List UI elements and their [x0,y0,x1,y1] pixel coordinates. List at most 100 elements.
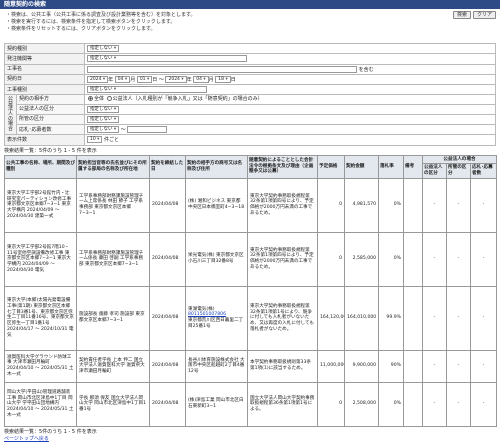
cell-date: 2024/04/08 [149,177,186,233]
col-bidders: 応札･応募者数 [469,163,498,179]
day-unit: 日 [152,76,158,83]
cell-official: 契約責任者学長 上本 伸二 国立大学法人滋賀医科大学 滋賀県大津市瀬田月輪町 [76,349,150,383]
cell-reason: 本学契約事務取扱規則第33条第1項(1)に該当するため。 [247,349,318,383]
cell-date: 2024/04/08 [149,231,186,287]
cell-official: 工学系事務部財務課施設管理チーム上席係長 林田 節子 工学系事務部 東京都文京区… [76,177,150,233]
date-label: 契約日 [4,73,85,86]
cell-ministry: - [446,349,471,383]
cell-date: 2024/04/08 [149,381,186,427]
cell-contractor: 長谷川体育施設株式会社 大阪市中央区船越町2丁目4番12号 [185,349,248,383]
cell-bidders: - [469,177,498,233]
cell-ministry: - [446,231,471,287]
contract-type-select[interactable]: 指定しない [87,45,120,52]
work-type-select[interactable]: 指定しない [87,86,207,93]
col-amount: 契約金額 [344,154,379,179]
cell-category: - [422,177,447,233]
instructions: ・検索は、公共工事（公共工事に係る調査及び設計業務等を含む）を対象とします。 ・… [0,9,500,43]
corporate-number-link[interactable]: 8011501007806 [188,312,226,317]
category-label: 公益法人の区分 [16,103,85,115]
work-name-label: 工事名 [4,63,85,75]
orderer-label: 発注機関等 [4,53,85,65]
col-work-name: 公共工事の名称、場所、期間及び種別 [4,154,77,179]
to-month-select[interactable]: 04 [193,75,209,83]
note-line: ・検索条件をリセットするには、クリアボタンをクリックします。 [6,26,156,32]
cell-work-name: 東京大学工学部2号館7階10・11号室他空調設備改修工事 東京都文京区本郷7−3… [4,231,77,287]
cell-amount: 9,900,000 [344,349,379,383]
cell-date: 2024/04/08 [149,285,186,351]
col-contractor: 契約の相手方の商号又は名称及び住所 [185,154,248,179]
clear-button[interactable]: クリア [472,11,496,19]
bidders-select[interactable]: 指定しない [87,126,120,133]
cell-category: - [422,285,447,351]
note-line: ・検索を実行するには、検索条件を指定して検索ボタンをクリックします。 [6,19,176,25]
public-corp-group-label: 公益法人の場合 [4,94,17,136]
cell-bidders: - [469,381,498,427]
orderer-select[interactable]: 指定しない [87,55,247,63]
result-summary-footer: 検索結果一覧：5件のうち 1 - 5 件を表示 [4,428,97,435]
cell-reason: 東京大学契約事務取扱規程第32条第1項第1号により、競争に付しても入札者がいない… [247,285,318,351]
col-date: 契約を締結した日 [149,154,186,179]
page-title: 随意契約の検索 [0,0,500,9]
cell-rate: 99.9% [378,285,404,351]
col-rate: 落札率 [378,154,404,179]
cell-amount: 2,508,000 [344,381,379,427]
cell-work-name: 岡山大学(平田山)管理道路舗装工事 岡山市北区津島中1丁目 岡山大学 学平田山団… [4,381,77,427]
cell-amount: 164,010,000 [344,285,379,351]
includes-label: を含む [358,66,374,73]
cell-reason: 国立大学法人岡山大学契約事務取扱規程第36条第1項第1号による。 [247,381,318,427]
cell-estimate: 11,000,000 [317,349,345,383]
work-type-label: 工事種別 [4,83,85,96]
table-row: 東京大学(本郷)太陽光発電設備工事(第1期) 東京都文京区本郷七丁目3番1号、東… [4,285,498,351]
to-year-select[interactable]: 2024 [165,75,187,83]
cell-ministry: - [446,177,471,233]
month-unit: 月 [208,76,214,83]
table-row: 岡山大学(平田山)管理道路舗装工事 岡山市北区津島中1丁目 岡山大学 学平田山団… [4,381,498,427]
radio-public-corp-label: 公益法人（入札種別が「競争入札」又は「随意契約」の場合のみ） [112,96,263,103]
cell-note [403,381,423,427]
contract-type-label: 契約種別 [4,42,85,55]
col-group-public-corp: 公益法人の場合 [421,154,498,165]
cell-note [403,177,423,233]
cell-note [403,231,423,287]
ministry-select[interactable]: 指定しない [87,115,120,123]
cell-contractor: (株) 湘和ビジネス 東京都中央区日本橋室町4−3−18 [185,177,248,233]
radio-public-corp[interactable] [106,96,112,102]
cell-contractor: (株)津島工業 岡山市北区白石東新町3−1 [185,381,248,427]
cell-bidders: - [469,231,498,287]
year-unit: 年 [108,76,114,83]
cell-rate: 0% [378,231,404,287]
cell-reason: 東京大学契約事務取扱規程第32条第1項第四号により、予定価格が2000万円未満の… [247,231,318,287]
work-name-input[interactable] [87,65,357,73]
radio-all-label: 全体 [94,96,105,103]
search-form: 契約種別 指定しない 発注機関等 指定しない 工事名 を含む 契約日 2024年… [4,42,496,146]
cell-date: 2024/04/08 [149,349,186,383]
category-select[interactable]: 指定しない [87,105,120,113]
from-day-select[interactable]: 01 [136,75,153,83]
cell-bidders: - [469,285,498,351]
bidders-max-input[interactable] [127,126,168,133]
cell-bidders: - [469,349,498,383]
from-year-select[interactable]: 2024 [87,75,109,83]
col-category: 公益法人の区分 [422,163,447,179]
search-button[interactable]: 検索 [452,11,471,19]
day-unit: 日 [230,76,236,83]
ministry-label: 所管の区分 [16,113,85,126]
contractor-name: 東湖電気(株) [188,306,215,312]
page-top-link[interactable]: ページトップへ戻る [4,436,496,443]
cell-official: 工学系事務部財務課施設管理チーム係長 藤田 啓嗣 工学系事務部 東京都文京区本郷… [76,231,150,287]
cell-rate: 90% [378,349,404,383]
cell-official: 施設部長 齋藤 孝司 施設部 東京都文京区本郷7−3−1 [76,285,150,351]
range-tilde: 〜 [120,127,126,133]
cell-contractor: 栄光電気(株) 東京都文京区小石川三丁目32番8号 [185,231,248,287]
display-count-select[interactable]: 10 [87,136,103,144]
to-day-select[interactable]: 18 [215,75,231,83]
col-estimate: 予定価格 [317,154,345,179]
year-unit: 年 [186,76,192,83]
cell-ministry: - [446,381,471,427]
cell-estimate: 0 [317,381,345,427]
table-row: 滋賀医科大学グラウンド防球工事 大津市瀬田月輪町 2024/04/10 〜 20… [4,349,498,383]
cell-official: 学長 那須 保友 国立大学法人岡山大学 岡山市北区津島中1丁目1番1号 [76,381,150,427]
radio-all[interactable] [88,96,93,102]
from-month-select[interactable]: 04 [114,75,131,83]
cell-rate: 0% [378,177,404,233]
